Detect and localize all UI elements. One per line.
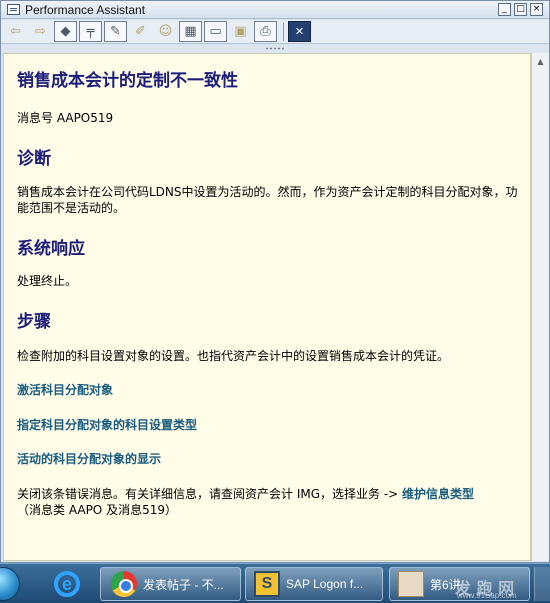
system-response-heading: 系统响应 [17,239,85,259]
app-window-icon [7,4,20,15]
link-specify-account-setting-type[interactable]: 指定科目分配对象的科目设置类型 [17,416,197,433]
taskbar-sap-label: SAP Logon f... [286,577,364,591]
title-bar[interactable]: Performance Assistant _ □ × [1,1,549,19]
toolbar-separator [283,22,284,41]
table-icon[interactable]: ▦ [179,21,202,42]
closing-text: 关闭该条错误消息。有关详细信息，请查阅资产会计 IMG，选择业务 -> 维护信息… [17,486,527,518]
diagnosis-heading: 诊断 [17,149,51,169]
diagnosis-text: 销售成本会计在公司代码LDNS中设置为活动的。然而，作为资产会计定制的科目分配对… [17,185,518,215]
technical-info-icon[interactable]: ╤ [79,21,102,42]
minimize-button[interactable]: _ [498,3,511,16]
closing-text-prefix: 关闭该条错误消息。有关详细信息，请查阅资产会计 IMG，选择业务 -> [17,487,399,501]
sap-logon-icon: S [254,571,280,597]
back-icon[interactable]: ⇦ [4,21,27,42]
page-title: 销售成本会计的定制不一致性 [17,71,238,91]
close-button[interactable]: × [530,3,543,16]
vertical-scrollbar[interactable]: ▲ [531,53,549,561]
book-icon[interactable]: ◆ [54,21,77,42]
window-controls: _ □ × [498,3,543,16]
document-icon [398,571,424,597]
help-content-pane: 销售成本会计的定制不一致性 消息号 AAPO519 诊断 销售成本会计在公司代码… [3,53,531,561]
print-preview-icon[interactable]: ▣ [229,21,252,42]
toolbar: ⇦ ⇨ ◆ ╤ ✎ ✐ ☺ ▦ ▭ ▣ ⎙ ✕ [1,20,549,44]
exit-icon[interactable]: ✕ [288,21,311,42]
maximize-button[interactable]: □ [514,3,527,16]
taskbar-sap-logon[interactable]: S SAP Logon f... [245,567,383,601]
start-button[interactable] [0,567,20,601]
edit-icon[interactable]: ✎ [104,21,127,42]
splitter[interactable] [1,45,549,53]
splitter-grip-icon[interactable] [265,47,285,50]
taskbar-ie[interactable]: e [44,567,90,601]
link-maintain-info-type[interactable]: 维护信息类型 [402,487,474,501]
taskbar-chrome-label: 发表帖子 - 不... [143,577,224,592]
system-response-text: 处理终止。 [17,274,78,288]
print-icon[interactable]: ⎙ [254,21,277,42]
internet-explorer-icon: e [54,571,80,597]
settings-icon[interactable]: ▭ [204,21,227,42]
taskbar-chrome[interactable]: 发表帖子 - 不... [100,567,241,601]
procedure-heading: 步骤 [17,312,51,332]
procedure-text: 检查附加的科目设置对象的设置。也指代资产会计中的设置销售成本会计的凭证。 [17,349,450,363]
chrome-icon [111,571,137,597]
show-desktop-button[interactable] [534,567,550,601]
closing-text-suffix: （消息类 AAPO 及消息519） [17,503,177,517]
message-number: 消息号 AAPO519 [17,111,114,125]
link-display-active-assignment-objects[interactable]: 活动的科目分配对象的显示 [17,450,161,467]
user-icon[interactable]: ☺ [154,21,177,42]
scroll-up-icon[interactable]: ▲ [532,53,549,70]
comment-icon[interactable]: ✐ [129,21,152,42]
link-activate-assignment-objects[interactable]: 激活科目分配对象 [17,381,113,398]
performance-assistant-window: Performance Assistant _ □ × ⇦ ⇨ ◆ ╤ ✎ ✐ … [0,0,550,563]
forward-icon[interactable]: ⇨ [29,21,52,42]
watermark-url: www.91Sap.com [457,591,517,600]
window-title: Performance Assistant [25,2,146,17]
